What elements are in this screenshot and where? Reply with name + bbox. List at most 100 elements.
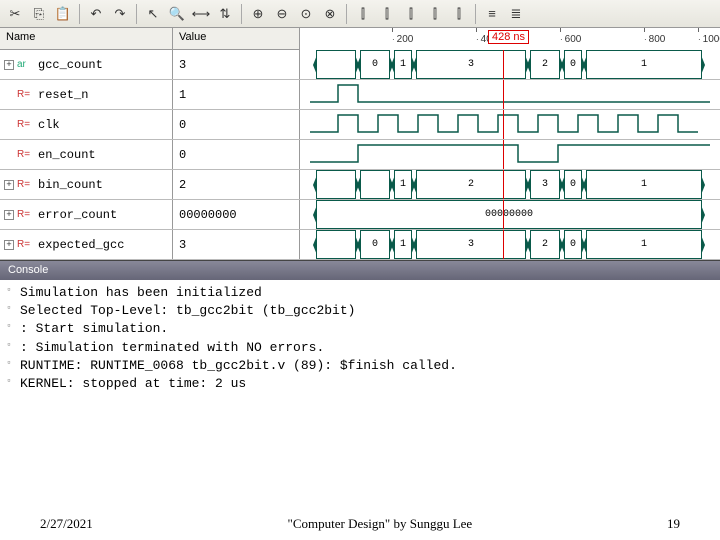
waveform[interactable]: 013201 <box>300 230 720 259</box>
bus-segment: 1 <box>586 50 702 79</box>
signal-type-icon: ar <box>17 59 35 71</box>
waveform[interactable] <box>300 80 720 109</box>
signal-type-icon: R= <box>17 89 35 101</box>
copy-icon[interactable]: ⎘ <box>28 3 50 25</box>
signal-row[interactable]: R=reset_n1 <box>0 80 720 110</box>
bus-segment: 0 <box>360 50 390 79</box>
bus-segment: 3 <box>416 230 526 259</box>
expand-icon[interactable]: + <box>4 180 14 190</box>
footer-date: 2/27/2021 <box>40 516 93 532</box>
expand-icon[interactable]: + <box>4 210 14 220</box>
bus-segment <box>360 170 390 199</box>
console-header[interactable]: Console <box>0 260 720 280</box>
bus-segment <box>316 170 356 199</box>
ruler-tick: ·200 <box>392 28 413 50</box>
wave1-icon[interactable]: ⫿ <box>352 3 374 25</box>
signal-value: 0 <box>173 140 300 169</box>
waveform[interactable]: 00000000 <box>300 200 720 229</box>
console-line: ▫: Start simulation. <box>4 320 716 338</box>
bus-segment: 1 <box>394 50 412 79</box>
bus-segment: 2 <box>416 170 526 199</box>
bus-segment: 1 <box>586 230 702 259</box>
zoom-fit-icon[interactable]: ⊙ <box>295 3 317 25</box>
signal-name: clk <box>38 118 60 132</box>
bus-segment: 1 <box>394 230 412 259</box>
signal-name: en_count <box>38 148 96 162</box>
signal-name: bin_count <box>38 178 103 192</box>
signal-row[interactable]: +R=bin_count212301 <box>0 170 720 200</box>
waveform[interactable]: 013201 <box>300 50 720 79</box>
expand-icon[interactable]: + <box>4 60 14 70</box>
console-line: ▫Selected Top-Level: tb_gcc2bit (tb_gcc2… <box>4 302 716 320</box>
paste-icon[interactable]: 📋 <box>52 3 74 25</box>
bus-segment: 1 <box>394 170 412 199</box>
signal-row[interactable]: R=clk 0 <box>0 110 720 140</box>
redo-icon[interactable]: ↷ <box>109 3 131 25</box>
console-line: ▫RUNTIME: RUNTIME_0068 tb_gcc2bit.v (89)… <box>4 357 716 375</box>
zoom-in-icon[interactable]: ⊕ <box>247 3 269 25</box>
bus-segment: 0 <box>564 230 582 259</box>
zoom-out-icon[interactable]: ⊖ <box>271 3 293 25</box>
signal-type-icon: R= <box>17 209 35 221</box>
bus-segment <box>316 50 356 79</box>
signal-name: gcc_count <box>38 58 103 72</box>
signal-type-icon: R= <box>17 239 35 251</box>
zoom-full-icon[interactable]: ⊗ <box>319 3 341 25</box>
bus-segment: 00000000 <box>316 200 702 229</box>
console-line: ▫KERNEL: stopped at time: 2 us <box>4 375 716 393</box>
bus-segment: 3 <box>530 170 560 199</box>
waveform[interactable] <box>300 140 720 169</box>
signal-name: expected_gcc <box>38 238 124 252</box>
bus-segment: 2 <box>530 50 560 79</box>
wave3-icon[interactable]: ⫿ <box>400 3 422 25</box>
time-ruler[interactable]: 428 ns ·200·400·600·800·1000 <box>300 28 720 50</box>
signal-name: error_count <box>38 208 117 222</box>
wave5-icon[interactable]: ⫿ <box>448 3 470 25</box>
signal-row[interactable]: +R=error_count 00000000 00000000 <box>0 200 720 230</box>
ruler-tick: ·600 <box>560 28 581 50</box>
group2-icon[interactable]: ≣ <box>505 3 527 25</box>
console-line: ▫: Simulation terminated with NO errors. <box>4 339 716 357</box>
ruler-tick: ·1000 <box>698 28 720 50</box>
bus-segment: 0 <box>564 170 582 199</box>
cursor-readout: 428 ns <box>488 30 529 44</box>
name-header[interactable]: Name <box>0 28 173 49</box>
bus-segment: 3 <box>416 50 526 79</box>
signal-row[interactable]: R=en_count0 <box>0 140 720 170</box>
column-headers: Name Value 428 ns ·200·400·600·800·1000 <box>0 28 720 50</box>
signal-type-icon: R= <box>17 179 35 191</box>
ruler-tick: ·800 <box>644 28 665 50</box>
bus-segment: 0 <box>564 50 582 79</box>
signal-name: reset_n <box>38 88 88 102</box>
signal-type-icon: R= <box>17 119 35 131</box>
bus-segment: 0 <box>360 230 390 259</box>
undo-icon[interactable]: ↶ <box>85 3 107 25</box>
waveform[interactable] <box>300 110 720 139</box>
console-line: ▫Simulation has been initialized <box>4 284 716 302</box>
console-body: ▫Simulation has been initialized▫Selecte… <box>0 280 720 397</box>
signal-value: 3 <box>173 230 300 259</box>
wave4-icon[interactable]: ⫿ <box>424 3 446 25</box>
zoom-icon[interactable]: 🔍 <box>166 3 188 25</box>
bus-segment: 2 <box>530 230 560 259</box>
bus-segment: 1 <box>586 170 702 199</box>
cut-icon[interactable]: ✂ <box>4 3 26 25</box>
group1-icon[interactable]: ≡ <box>481 3 503 25</box>
nav-icon[interactable]: ⇅ <box>214 3 236 25</box>
signal-value: 2 <box>173 170 300 199</box>
wave2-icon[interactable]: ⫿ <box>376 3 398 25</box>
slide-footer: 2/27/2021 "Computer Design" by Sunggu Le… <box>0 516 720 532</box>
signal-value: 3 <box>173 50 300 79</box>
footer-page: 19 <box>667 516 680 532</box>
waveform[interactable]: 12301 <box>300 170 720 199</box>
pointer-icon[interactable]: ↖ <box>142 3 164 25</box>
expand-icon[interactable]: + <box>4 240 14 250</box>
measure-icon[interactable]: ⟷ <box>190 3 212 25</box>
signal-row[interactable]: +argcc_count3013201 <box>0 50 720 80</box>
toolbar: ✂ ⎘ 📋 ↶ ↷ ↖ 🔍 ⟷ ⇅ ⊕ ⊖ ⊙ ⊗ ⫿ ⫿ ⫿ ⫿ ⫿ ≡ ≣ <box>0 0 720 28</box>
signal-value: 0 <box>173 110 300 139</box>
bus-segment <box>316 230 356 259</box>
signal-row[interactable]: +R=expected_gcc3013201 <box>0 230 720 260</box>
value-header[interactable]: Value <box>173 28 300 49</box>
signal-value: 00000000 <box>173 200 300 229</box>
